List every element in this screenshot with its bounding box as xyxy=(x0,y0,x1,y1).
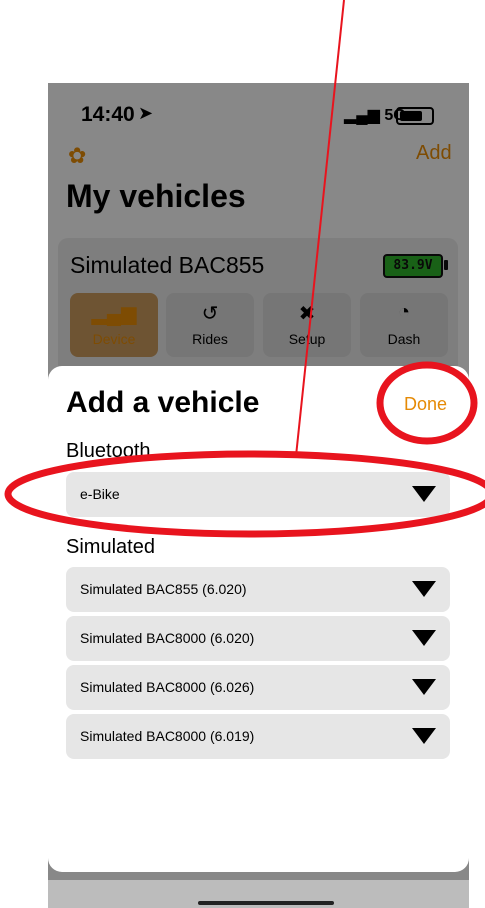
signal-strength-icon xyxy=(412,581,436,597)
phone-screen: 14:40 ➤ ▂▄▆ 5G ✿ Add My vehicles Simulat… xyxy=(48,83,469,908)
done-button[interactable]: Done xyxy=(404,394,447,415)
sheet-title: Add a vehicle xyxy=(66,386,260,419)
add-vehicle-sheet: Add a vehicle Done Bluetooth e-Bike Simu… xyxy=(48,366,469,872)
signal-strength-icon xyxy=(412,728,436,744)
device-name: Simulated BAC8000 (6.026) xyxy=(80,679,255,695)
simulated-section-header: Simulated xyxy=(66,536,155,558)
device-name: Simulated BAC855 (6.020) xyxy=(80,581,247,597)
home-indicator xyxy=(198,901,334,905)
simulated-device-row[interactable]: Simulated BAC855 (6.020) xyxy=(66,567,450,612)
device-name: Simulated BAC8000 (6.020) xyxy=(80,630,255,646)
signal-strength-icon xyxy=(412,486,436,502)
simulated-device-row[interactable]: Simulated BAC8000 (6.026) xyxy=(66,665,450,710)
device-name: e-Bike xyxy=(80,486,120,502)
signal-strength-icon xyxy=(412,630,436,646)
simulated-device-row[interactable]: Simulated BAC8000 (6.019) xyxy=(66,714,450,759)
signal-strength-icon xyxy=(412,679,436,695)
bluetooth-device-row[interactable]: e-Bike xyxy=(66,472,450,517)
bluetooth-section-header: Bluetooth xyxy=(66,440,151,462)
simulated-device-row[interactable]: Simulated BAC8000 (6.020) xyxy=(66,616,450,661)
device-name: Simulated BAC8000 (6.019) xyxy=(80,728,255,744)
